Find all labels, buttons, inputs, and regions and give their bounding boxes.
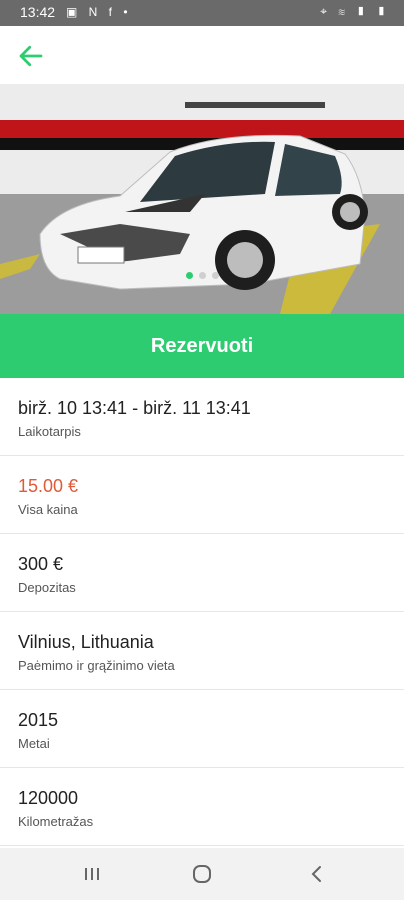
status-time: 13:42 (20, 4, 56, 20)
mileage-label: Kilometražas (18, 814, 94, 829)
location-value: Vilnius, Lithuania (18, 632, 154, 652)
detail-year: 2015 Metai (0, 690, 404, 768)
detail-mileage: 120000 Kilometražas (0, 768, 404, 846)
carousel-indicator (0, 266, 404, 284)
details-list: birž. 10 13:41 - birž. 11 13:41 Laikotar… (0, 378, 404, 846)
back-arrow-icon[interactable] (16, 41, 46, 71)
deposit-label: Depozitas (18, 580, 76, 595)
carousel-dot[interactable] (211, 272, 219, 279)
mileage-value: 120000 (18, 788, 79, 808)
year-label: Metai (18, 736, 50, 751)
app-bar (0, 26, 404, 84)
reserve-button[interactable]: Rezervuoti (0, 314, 404, 378)
carousel-dot[interactable] (185, 272, 193, 279)
detail-deposit: 300 € Depozitas (0, 534, 404, 612)
year-value: 2015 (18, 710, 59, 730)
home-icon[interactable] (190, 862, 214, 886)
recent-apps-icon[interactable] (80, 862, 104, 886)
status-bar: 13:42 ▣ N f • ⌖ ≋ ▮ ▮ (0, 0, 404, 26)
total-price-value: 15.00 € (18, 476, 79, 496)
car-photo-carousel[interactable] (0, 84, 404, 314)
period-value: birž. 10 13:41 - birž. 11 13:41 (18, 398, 251, 418)
detail-location: Vilnius, Lithuania Paėmimo ir grąžinimo … (0, 612, 404, 690)
back-nav-icon[interactable] (305, 862, 329, 886)
system-nav-bar (0, 848, 404, 900)
location-label: Paėmimo ir grąžinimo vieta (18, 658, 175, 673)
detail-period: birž. 10 13:41 - birž. 11 13:41 Laikotar… (0, 378, 404, 456)
period-label: Laikotarpis (18, 424, 81, 439)
detail-total-price: 15.00 € Visa kaina (0, 456, 404, 534)
deposit-value: 300 € (18, 554, 64, 574)
carousel-dot[interactable] (198, 272, 206, 279)
notification-icons: ▣ N f • (66, 5, 132, 19)
system-icons: ⌖ ≋ ▮ ▮ (320, 4, 390, 18)
total-price-label: Visa kaina (18, 502, 78, 517)
